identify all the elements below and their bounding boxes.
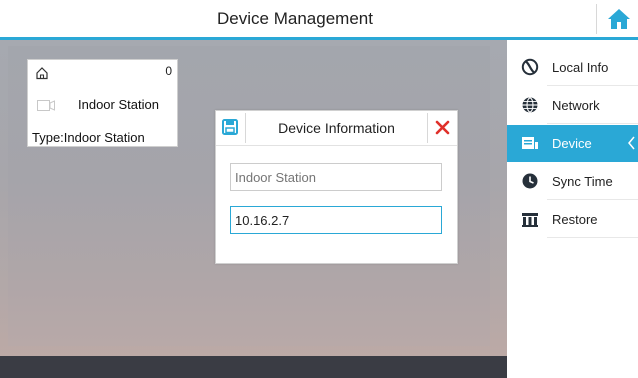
header-bar: Device Management	[0, 0, 638, 40]
header-divider	[596, 4, 597, 34]
chevron-left-icon	[628, 136, 635, 150]
sidebar-item-device[interactable]: Device	[507, 125, 638, 162]
device-icon	[522, 137, 538, 149]
network-icon	[522, 97, 538, 113]
sidebar-divider	[547, 199, 638, 200]
sidebar-item-local-info[interactable]: Local Info	[507, 49, 638, 86]
dialog-title: Device Information	[278, 120, 395, 136]
page-title: Device Management	[217, 9, 373, 28]
close-button[interactable]	[434, 119, 451, 136]
sidebar-item-sync-time[interactable]: Sync Time	[507, 163, 638, 200]
restore-icon	[522, 213, 538, 227]
sidebar-item-label: Network	[552, 98, 600, 113]
canvas-bottom-bar	[0, 356, 507, 378]
device-information-dialog: Device Information	[215, 110, 458, 264]
sidebar-item-network[interactable]: Network	[507, 87, 638, 124]
dialog-title-separator	[216, 145, 457, 146]
sidebar-item-label: Restore	[552, 212, 598, 227]
save-icon	[222, 119, 238, 135]
device-name: Indoor Station	[78, 97, 159, 112]
device-count: 0	[165, 64, 172, 78]
sidebar-menu: Local Info Network Device Sync Time Rest…	[507, 40, 638, 378]
sidebar-item-label: Device	[552, 136, 592, 151]
home-button[interactable]	[606, 6, 632, 32]
sidebar-divider	[547, 123, 638, 124]
dialog-divider	[427, 113, 428, 143]
device-card[interactable]: 0 Indoor Station Type:Indoor Station	[27, 59, 178, 147]
local-info-icon	[521, 58, 539, 76]
device-name-input[interactable]	[230, 163, 442, 191]
save-button[interactable]	[222, 119, 238, 135]
camera-icon	[37, 100, 55, 111]
sidebar-divider	[547, 237, 638, 238]
sidebar-item-restore[interactable]: Restore	[507, 201, 638, 238]
home-icon	[608, 9, 630, 29]
sidebar-item-label: Sync Time	[552, 174, 613, 189]
clock-icon	[522, 173, 538, 189]
sidebar-divider	[547, 85, 638, 86]
sidebar-item-label: Local Info	[552, 60, 609, 75]
close-icon	[435, 120, 450, 135]
device-type: Type:Indoor Station	[32, 130, 145, 145]
home-outline-icon	[36, 67, 48, 80]
ip-address-input[interactable]	[230, 206, 442, 234]
